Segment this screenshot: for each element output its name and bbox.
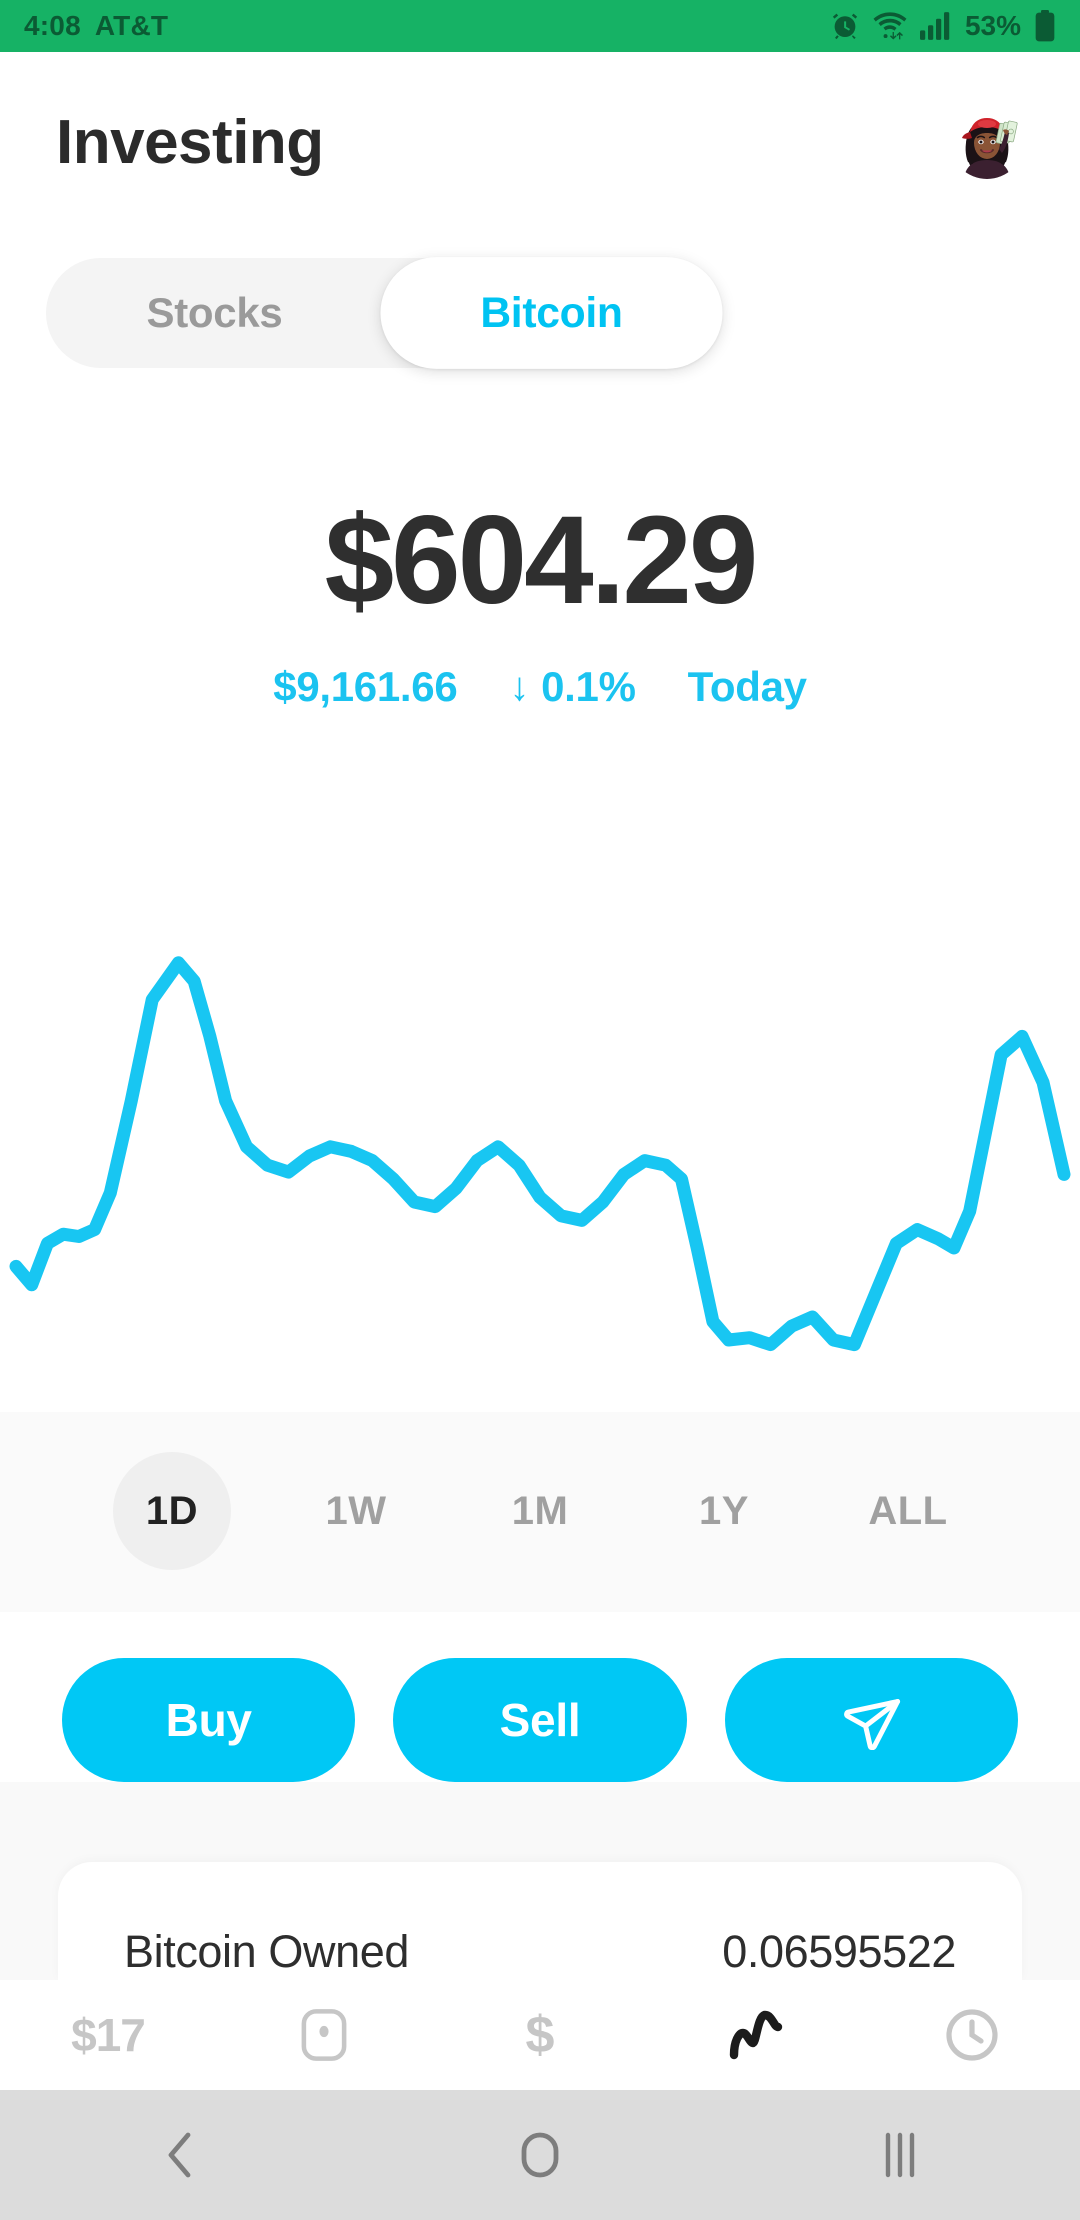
portfolio-value: $604.29 bbox=[324, 491, 759, 630]
battery-icon bbox=[1034, 10, 1056, 42]
range-option-1w[interactable]: 1W bbox=[264, 1452, 448, 1570]
price-change-group: ↓ 0.1% bbox=[509, 663, 636, 711]
wifi-icon bbox=[873, 11, 907, 41]
range-option-1d[interactable]: 1D bbox=[80, 1452, 264, 1570]
recents-button[interactable] bbox=[720, 2129, 1080, 2181]
price-chart[interactable] bbox=[0, 900, 1080, 1412]
card-row: Bitcoin Owned 0.06595522 bbox=[124, 1926, 956, 1978]
bottom-navigation: $17 $ bbox=[0, 1980, 1080, 2090]
app-screen: 4:08 AT&T 53% Investing Stocks Bitcoin $… bbox=[0, 0, 1080, 2220]
card-value: 0.06595522 bbox=[722, 1926, 956, 1977]
range-option-1y[interactable]: 1Y bbox=[632, 1452, 816, 1570]
android-system-navigation bbox=[0, 2090, 1080, 2220]
cellular-signal-icon bbox=[919, 11, 952, 41]
squiggle-chart-icon bbox=[726, 2005, 786, 2065]
asset-type-segmented-control[interactable]: Stocks Bitcoin bbox=[46, 257, 723, 369]
home-square-icon bbox=[516, 2129, 564, 2181]
clock-icon bbox=[944, 2007, 1000, 2063]
alarm-clock-icon bbox=[830, 11, 860, 41]
status-carrier: AT&T bbox=[94, 10, 169, 41]
send-paper-plane-icon bbox=[841, 1690, 901, 1750]
chart-line-svg bbox=[9, 956, 1071, 1352]
nav-item-investing[interactable] bbox=[648, 1980, 864, 2090]
status-bar: 4:08 AT&T 53% bbox=[0, 0, 1080, 52]
price-detail-row: $9,161.66 ↓ 0.1% Today bbox=[0, 663, 1080, 711]
back-chevron-icon bbox=[158, 2129, 202, 2181]
change-percent: 0.1% bbox=[541, 663, 636, 710]
price-block: $604.29 $9,161.66 ↓ 0.1% Today bbox=[0, 498, 1080, 711]
status-time: 4:08 bbox=[24, 10, 81, 41]
avatar[interactable] bbox=[950, 105, 1024, 179]
nav-item-activity[interactable] bbox=[864, 1980, 1080, 2090]
card-label: Bitcoin Owned bbox=[124, 1926, 409, 1977]
home-button[interactable] bbox=[360, 2129, 720, 2181]
arrow-down-icon: ↓ bbox=[509, 665, 530, 709]
status-bar-right: 53% bbox=[830, 10, 1056, 42]
nav-item-card[interactable] bbox=[216, 1980, 432, 2090]
action-button-row: Buy Sell bbox=[0, 1658, 1080, 1782]
battery-percent-label: 53% bbox=[964, 10, 1021, 41]
app-header: Investing bbox=[0, 52, 1080, 232]
back-button[interactable] bbox=[0, 2129, 360, 2181]
bitcoin-owned-card[interactable]: Bitcoin Owned 0.06595522 bbox=[58, 1862, 1022, 1980]
send-button[interactable] bbox=[724, 1658, 1018, 1782]
page-title: Investing bbox=[56, 107, 324, 177]
nav-item-balance[interactable]: $17 bbox=[0, 1980, 216, 2090]
range-option-1m[interactable]: 1M bbox=[448, 1452, 632, 1570]
recents-bars-icon bbox=[878, 2129, 922, 2181]
tab-stocks[interactable]: Stocks bbox=[46, 258, 383, 368]
buy-button[interactable]: Buy bbox=[62, 1658, 356, 1782]
period-label: Today bbox=[687, 663, 807, 710]
time-range-selector[interactable]: 1D 1W 1M 1Y ALL bbox=[0, 1452, 1080, 1570]
btc-price: $9,161.66 bbox=[273, 663, 458, 710]
dollar-icon: $ bbox=[525, 2006, 555, 2064]
nav-item-payments[interactable]: $ bbox=[432, 1980, 648, 2090]
chart-series-line bbox=[9, 956, 1071, 1352]
tab-bitcoin[interactable]: Bitcoin bbox=[380, 257, 723, 369]
card-icon bbox=[299, 2007, 349, 2063]
balance-amount-label: $17 bbox=[71, 2009, 146, 2061]
range-option-all[interactable]: ALL bbox=[816, 1452, 1000, 1570]
sell-button[interactable]: Sell bbox=[393, 1658, 687, 1782]
status-bar-left: 4:08 AT&T bbox=[24, 10, 168, 42]
